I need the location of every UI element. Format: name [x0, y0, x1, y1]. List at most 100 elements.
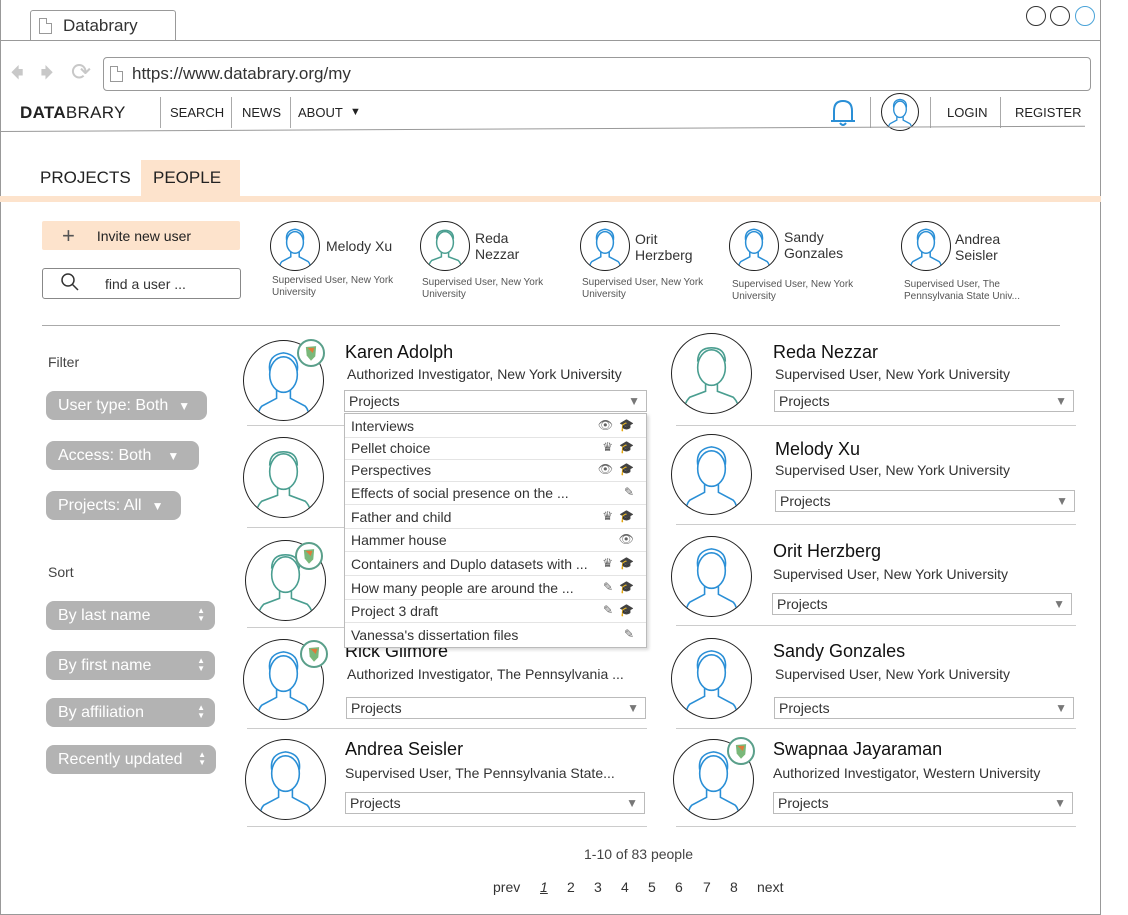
chevron-down-icon: ▼: [1055, 701, 1067, 715]
recent-user-avatar[interactable]: [420, 221, 470, 271]
project-label: Pellet choice: [351, 439, 431, 456]
person-name[interactable]: Swapnaa Jayaraman: [773, 739, 942, 760]
recent-user-avatar[interactable]: [270, 221, 320, 271]
dropdown-project-item[interactable]: Perspectives 👁🎓: [345, 458, 646, 482]
person-name[interactable]: Karen Adolph: [345, 342, 453, 363]
dropdown-project-item[interactable]: Containers and Duplo datasets with ... ♛🎓: [345, 552, 646, 576]
page-link[interactable]: 5: [648, 879, 656, 895]
user-type-filter[interactable]: User type: Both ▼: [46, 391, 207, 420]
recent-user-name[interactable]: Sandy Gonzales: [784, 229, 854, 261]
person-affiliation: Authorized Investigator, New York Univer…: [347, 366, 622, 382]
access-icons: ✎: [623, 485, 640, 499]
recent-user-name[interactable]: Andrea Seisler: [955, 231, 1015, 263]
user-avatar[interactable]: [881, 93, 919, 131]
access-icons: ♛🎓: [602, 556, 640, 570]
access-filter[interactable]: Access: Both ▼: [46, 441, 199, 470]
register-link[interactable]: REGISTER: [1015, 105, 1081, 120]
projects-dropdown[interactable]: Projects ▼: [346, 697, 646, 719]
find-user-input[interactable]: find a user ...: [42, 268, 241, 299]
projects-dropdown[interactable]: Projects ▼: [774, 390, 1074, 412]
window-maximize-button[interactable]: [1050, 6, 1070, 26]
about-dropdown-icon[interactable]: ▼: [350, 106, 361, 118]
dropdown-project-item[interactable]: Pellet choice ♛🎓: [345, 436, 646, 460]
tabbar-divider: [0, 40, 1101, 41]
window-minimize-button[interactable]: [1026, 6, 1046, 26]
page-link[interactable]: 8: [730, 879, 738, 895]
person-avatar[interactable]: [671, 536, 752, 617]
projects-dropdown[interactable]: Projects ▼: [345, 792, 645, 814]
nav-divider: [930, 97, 931, 128]
tab-projects[interactable]: PROJECTS: [28, 160, 143, 196]
sort-label: Sort: [48, 564, 74, 580]
forward-arrow-icon[interactable]: 🠺: [40, 58, 54, 88]
page-link[interactable]: 7: [703, 879, 711, 895]
projects-dropdown[interactable]: Projects ▼: [772, 593, 1072, 615]
page-link[interactable]: 4: [621, 879, 629, 895]
url-bar[interactable]: https://www.databrary.org/my: [103, 57, 1091, 91]
browser-tab[interactable]: Databrary: [30, 10, 176, 41]
person-avatar[interactable]: [671, 333, 752, 414]
access-icons: 👁🎓: [597, 462, 640, 476]
recent-user-name[interactable]: Reda Nezzar: [475, 230, 535, 262]
sort-arrows-icon: ▲ ▼: [197, 606, 205, 623]
dropdown-project-item[interactable]: Vanessa's dissertation files ✎: [345, 623, 646, 647]
access-icons: ✎: [623, 627, 640, 641]
prev-page-link[interactable]: prev: [493, 879, 520, 895]
person-name[interactable]: Melody Xu: [775, 439, 860, 460]
person-avatar[interactable]: [671, 638, 752, 719]
sort-recently-updated[interactable]: Recently updated ▲ ▼: [46, 745, 216, 774]
recent-user-name[interactable]: Melody Xu: [326, 238, 392, 254]
dropdown-project-item[interactable]: Interviews 👁🎓: [345, 414, 646, 438]
invite-label: Invite new user: [96, 227, 192, 244]
page-link-current[interactable]: 1: [540, 879, 548, 895]
back-arrow-icon[interactable]: 🠸: [10, 58, 24, 88]
person-name[interactable]: Reda Nezzar: [773, 342, 878, 363]
nav-about[interactable]: ABOUT: [298, 105, 343, 120]
dropdown-project-item[interactable]: Father and child ♛🎓: [345, 505, 646, 529]
page-icon: [110, 66, 123, 82]
dropdown-project-item[interactable]: Effects of social presence on the ... ✎: [345, 481, 646, 505]
invite-new-user-button[interactable]: + Invite new user: [42, 221, 240, 250]
projects-dropdown[interactable]: Projects ▼: [344, 390, 647, 412]
person-name[interactable]: Orit Herzberg: [773, 541, 881, 562]
dropdown-project-item[interactable]: Project 3 draft ✎🎓: [345, 599, 646, 623]
person-name[interactable]: Sandy Gonzales: [773, 641, 905, 662]
card-divider: [247, 728, 647, 729]
project-label: Effects of social presence on the ...: [351, 484, 569, 501]
sort-affiliation[interactable]: By affiliation ▲ ▼: [46, 698, 215, 727]
window-close-button[interactable]: [1075, 6, 1095, 26]
person-avatar[interactable]: [243, 437, 324, 518]
sort-first-name[interactable]: By first name ▲ ▼: [46, 651, 215, 680]
reload-icon[interactable]: ⟳: [71, 58, 91, 88]
project-label: Vanessa's dissertation files: [351, 627, 519, 643]
person-affiliation: Supervised User, New York University: [775, 366, 1010, 382]
page-link[interactable]: 6: [675, 879, 683, 895]
dropdown-project-item[interactable]: How many people are around the ... ✎🎓: [345, 576, 646, 600]
access-icons: 👁🎓: [597, 418, 640, 432]
logo-bold-part: DATA: [20, 103, 66, 122]
projects-dropdown[interactable]: Projects ▼: [773, 792, 1073, 814]
person-avatar[interactable]: [245, 739, 326, 820]
tab-people[interactable]: PEOPLE: [141, 160, 240, 196]
card-divider: [676, 425, 1076, 426]
next-page-link[interactable]: next: [757, 879, 783, 895]
logo-rest-part: BRARY: [65, 103, 126, 122]
recent-user-avatar[interactable]: [729, 221, 779, 271]
page-link[interactable]: 2: [567, 879, 575, 895]
databrary-logo[interactable]: DATABRARY: [20, 103, 126, 123]
person-avatar[interactable]: [671, 434, 752, 515]
person-name[interactable]: Andrea Seisler: [345, 739, 463, 760]
recent-user-avatar[interactable]: [901, 221, 951, 271]
recent-user-name[interactable]: Orit Herzberg: [635, 231, 705, 263]
projects-filter[interactable]: Projects: All ▼: [46, 491, 181, 520]
login-link[interactable]: LOGIN: [947, 105, 987, 120]
projects-dropdown[interactable]: Projects ▼: [775, 490, 1075, 512]
notification-bell-icon[interactable]: [828, 96, 858, 128]
sort-last-name[interactable]: By last name ▲ ▼: [46, 601, 215, 630]
dropdown-project-item[interactable]: Hammer house 👁: [345, 528, 646, 552]
nav-news[interactable]: NEWS: [242, 105, 281, 120]
recent-user-avatar[interactable]: [580, 221, 630, 271]
projects-dropdown[interactable]: Projects ▼: [774, 697, 1074, 719]
nav-search[interactable]: SEARCH: [170, 105, 224, 120]
page-link[interactable]: 3: [594, 879, 602, 895]
